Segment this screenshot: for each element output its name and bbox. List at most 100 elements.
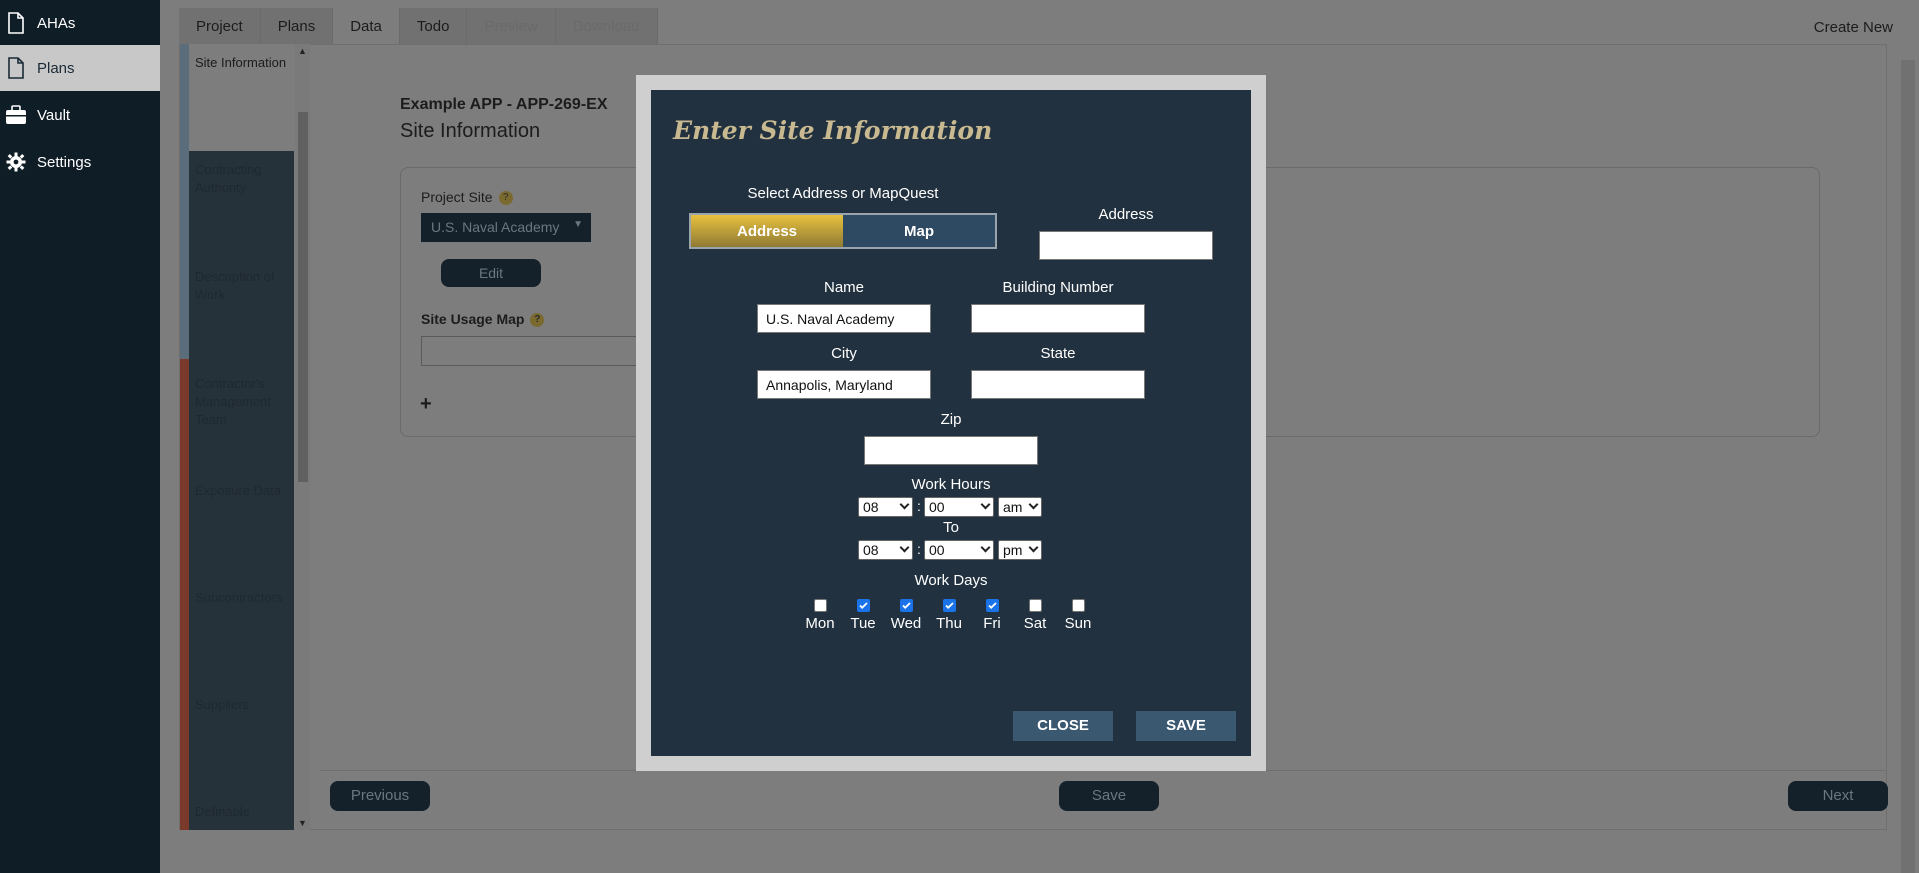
address-map-toggle: Address Map: [689, 213, 997, 249]
left-nav: AHAs Plans Vault Settings: [0, 0, 160, 873]
work-days-label: Work Days: [914, 572, 988, 589]
city-label: City: [831, 345, 857, 362]
day-checkbox[interactable]: [856, 599, 870, 612]
briefcase-icon: [4, 103, 28, 127]
day-wed[interactable]: Wed: [886, 599, 926, 632]
step-scrollbar[interactable]: ▲ ▼: [295, 44, 310, 830]
name-label: Name: [823, 279, 864, 296]
scroll-up-icon[interactable]: ▲: [295, 44, 310, 58]
start-hour-select[interactable]: 08: [858, 497, 913, 517]
project-site-select[interactable]: U.S. Naval Academy ▼: [421, 213, 591, 242]
building-number-input[interactable]: [971, 304, 1145, 333]
tab-todo[interactable]: Todo: [399, 8, 468, 44]
day-checkbox[interactable]: [942, 599, 956, 612]
page-scrollbar[interactable]: [1901, 60, 1915, 873]
step-exposure-data[interactable]: Exposure Data: [189, 472, 294, 579]
day-sat[interactable]: Sat: [1015, 599, 1055, 632]
nav-item-vault[interactable]: Vault: [0, 92, 160, 138]
step-definable[interactable]: Definable: [189, 793, 294, 830]
create-new-link[interactable]: Create New: [1814, 19, 1893, 36]
tab-plans[interactable]: Plans: [260, 8, 334, 44]
step-management-team[interactable]: Contractor's Management Team: [189, 365, 294, 472]
previous-button[interactable]: Previous: [330, 781, 430, 811]
modal-title: Enter Site Information: [673, 116, 993, 145]
toggle-map[interactable]: Map: [843, 215, 995, 247]
step-contracting-authority[interactable]: Contracting Authority: [189, 151, 294, 258]
day-mon[interactable]: Mon: [800, 599, 840, 632]
select-address-label: Select Address or MapQuest: [747, 185, 939, 202]
step-site-information[interactable]: Site Information: [189, 44, 294, 151]
day-checkbox[interactable]: [899, 599, 913, 612]
tab-download[interactable]: Download: [555, 8, 658, 44]
chevron-down-icon: [980, 542, 991, 553]
nav-item-label: Vault: [37, 106, 71, 124]
name-input[interactable]: [757, 304, 931, 333]
work-hours-label: Work Hours: [911, 476, 991, 493]
to-label: To: [943, 519, 959, 536]
day-thu[interactable]: Thu: [929, 599, 969, 632]
day-label: Sun: [1064, 615, 1092, 632]
scroll-thumb[interactable]: [298, 112, 308, 482]
tab-project[interactable]: Project: [179, 8, 261, 44]
document-icon: [4, 11, 28, 35]
save-button[interactable]: Save: [1059, 781, 1159, 811]
toggle-address[interactable]: Address: [691, 215, 843, 247]
day-checkbox[interactable]: [1028, 599, 1042, 612]
edit-button[interactable]: Edit: [441, 259, 541, 287]
day-sun[interactable]: Sun: [1058, 599, 1098, 632]
day-tue[interactable]: Tue: [843, 599, 883, 632]
site-usage-map-label: Site Usage Map?: [421, 311, 545, 328]
chevron-down-icon: [899, 542, 910, 553]
building-number-label: Building Number: [1002, 279, 1114, 296]
time-colon: :: [917, 498, 921, 514]
nav-item-ahas[interactable]: AHAs: [0, 0, 160, 46]
address-input[interactable]: [1039, 231, 1213, 260]
help-icon[interactable]: ?: [498, 191, 513, 206]
address-label: Address: [1098, 206, 1154, 223]
chevron-down-icon: [1028, 542, 1039, 553]
close-button[interactable]: CLOSE: [1013, 711, 1113, 741]
state-input[interactable]: [971, 370, 1145, 399]
state-label: State: [1040, 345, 1076, 362]
tab-preview[interactable]: Preview: [467, 8, 556, 44]
zip-input[interactable]: [864, 436, 1038, 465]
document-icon: [4, 56, 28, 80]
start-ampm-select[interactable]: am: [998, 497, 1042, 517]
end-ampm-select[interactable]: pm: [998, 540, 1042, 560]
day-label: Fri: [983, 615, 1001, 632]
city-input[interactable]: [757, 370, 931, 399]
day-label: Thu: [936, 615, 962, 632]
end-minute-select[interactable]: 00: [924, 540, 994, 560]
step-subcontractors[interactable]: Subcontractors: [189, 579, 294, 686]
help-icon[interactable]: ?: [530, 313, 545, 328]
step-description-of-work[interactable]: Description of Work: [189, 258, 294, 365]
project-site-label: Project Site?: [421, 189, 513, 206]
tab-data[interactable]: Data: [333, 8, 400, 44]
site-usage-map-field[interactable]: [421, 336, 651, 366]
time-colon: :: [917, 541, 921, 557]
day-label: Wed: [890, 615, 922, 632]
nav-item-settings[interactable]: Settings: [0, 139, 160, 185]
day-checkbox[interactable]: [813, 599, 827, 612]
chevron-down-icon: [899, 499, 910, 510]
chevron-down-icon: [1028, 499, 1039, 510]
start-minute-select[interactable]: 00: [924, 497, 994, 517]
progress-strip: [180, 44, 189, 359]
day-checkbox[interactable]: [985, 599, 999, 612]
gear-icon: [4, 150, 28, 174]
caret-down-icon: ▼: [573, 219, 583, 230]
day-label: Tue: [850, 615, 876, 632]
day-label: Sat: [1023, 615, 1047, 632]
scroll-down-icon[interactable]: ▼: [295, 816, 310, 830]
modal-save-button[interactable]: SAVE: [1136, 711, 1236, 741]
end-hour-select[interactable]: 08: [858, 540, 913, 560]
step-suppliers[interactable]: Suppliers: [189, 686, 294, 793]
chevron-down-icon: [980, 499, 991, 510]
add-icon[interactable]: +: [420, 393, 432, 416]
nav-item-plans[interactable]: Plans: [0, 45, 160, 91]
progress-strip: [180, 359, 189, 830]
day-fri[interactable]: Fri: [972, 599, 1012, 632]
day-checkbox[interactable]: [1071, 599, 1085, 612]
next-button[interactable]: Next: [1788, 781, 1888, 811]
zip-label: Zip: [940, 411, 962, 428]
